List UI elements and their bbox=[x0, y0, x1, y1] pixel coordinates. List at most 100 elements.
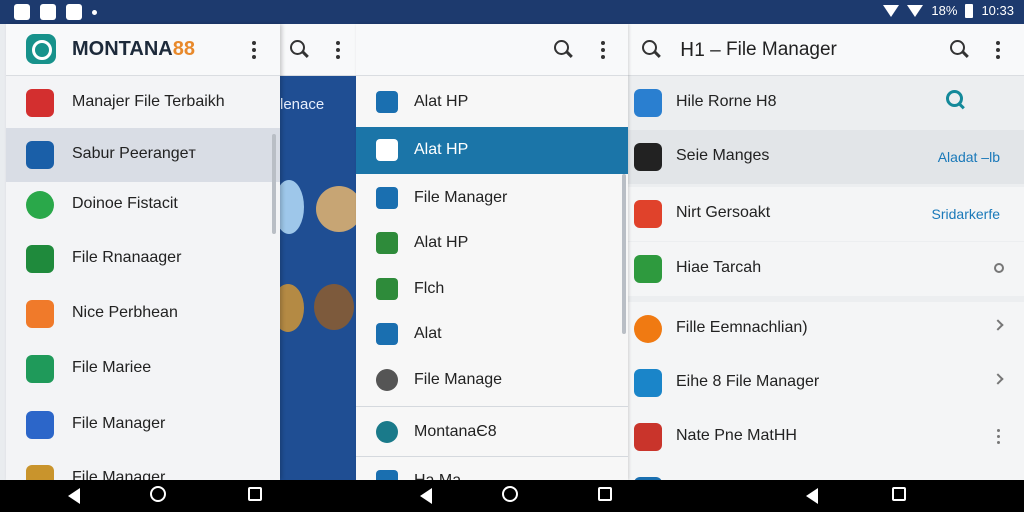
more-icon[interactable] bbox=[601, 41, 605, 59]
menu-item-label: File Manage bbox=[414, 371, 503, 388]
grid-icon bbox=[376, 323, 398, 345]
clock: 10:33 bbox=[981, 3, 1014, 18]
screen: 18% 10:33 MONTANA88 Manajer File Terbaik… bbox=[0, 0, 1024, 512]
menu-item-active[interactable]: Alat HP bbox=[356, 127, 628, 174]
drawer-item[interactable]: File Manager bbox=[6, 398, 280, 452]
drawer-item-label: Manajer File Terbaikh bbox=[72, 93, 225, 110]
menu-item[interactable]: MontanaЄ8 bbox=[356, 409, 628, 456]
file-manager-panel: ᕼ1 – File Manager Hile Rorne H8 Seie Man… bbox=[628, 24, 1024, 480]
back-button[interactable] bbox=[68, 486, 88, 506]
menu-item-label: Flch bbox=[414, 280, 445, 297]
menu-item-label: Alat HP bbox=[414, 234, 469, 251]
file-row[interactable]: Nate Pne MatHH bbox=[628, 410, 1024, 464]
back-icon bbox=[806, 488, 818, 504]
menu-item[interactable]: Alat bbox=[356, 311, 628, 358]
drawer-item[interactable]: File Manager bbox=[6, 452, 280, 480]
folder-icon bbox=[26, 465, 54, 480]
wifi-icon bbox=[907, 4, 924, 17]
menu-item[interactable]: File Manager bbox=[356, 175, 628, 222]
file-manager-icon bbox=[376, 187, 398, 209]
drawer-item-selected[interactable]: Sabur Peerangeт bbox=[6, 128, 280, 182]
chevron-right-icon bbox=[992, 373, 1004, 385]
menu-item[interactable]: File Manage bbox=[356, 357, 628, 404]
file-row[interactable]: Hile Rorne H8 bbox=[628, 76, 1024, 130]
file-row[interactable]: Eihe 8 File Manager bbox=[628, 356, 1024, 410]
menu-item-label: Alat HP bbox=[414, 93, 469, 110]
phone-icon bbox=[26, 355, 54, 383]
recents-button[interactable] bbox=[598, 486, 618, 506]
file-row-action[interactable]: Aladat –lb bbox=[938, 149, 1000, 165]
mail-icon bbox=[634, 255, 662, 283]
file-manager-icon bbox=[26, 245, 54, 273]
menu-item[interactable]: Alat HP bbox=[356, 220, 628, 267]
tools-icon bbox=[26, 300, 54, 328]
file-row-label: Fille Eemnachlian) bbox=[676, 319, 808, 336]
back-icon bbox=[420, 488, 432, 504]
record-icon bbox=[634, 315, 662, 343]
drawer-item[interactable]: File Rnanaager bbox=[6, 232, 280, 286]
home-button[interactable] bbox=[502, 486, 522, 506]
file-row-action[interactable]: Sridarkerfe bbox=[932, 206, 1000, 222]
drawer-scrollbar[interactable] bbox=[272, 134, 276, 234]
battery-percent: 18% bbox=[931, 3, 958, 18]
file-row[interactable] bbox=[628, 464, 1024, 480]
file-row[interactable]: Seie Manges Aladat –lb bbox=[628, 130, 1024, 184]
pen-icon bbox=[376, 232, 398, 254]
chat-icon bbox=[26, 191, 54, 219]
inbox-icon bbox=[634, 369, 662, 397]
tools-icon bbox=[376, 139, 398, 161]
more-icon[interactable] bbox=[996, 41, 1000, 59]
background-stage: lenace bbox=[280, 76, 356, 480]
camera-icon bbox=[634, 143, 662, 171]
drawer-item[interactable]: File Mariee bbox=[6, 342, 280, 396]
drawer-item[interactable]: Manajer File Terbaikh bbox=[6, 76, 280, 130]
menu-item[interactable]: Alat HP bbox=[356, 79, 628, 126]
info-icon bbox=[376, 369, 398, 391]
file-row-label: Hile Rorne H8 bbox=[676, 93, 777, 110]
menu-item-label: File Manager bbox=[414, 189, 508, 206]
background-panel: lenace bbox=[280, 24, 356, 480]
search-icon[interactable] bbox=[950, 40, 970, 60]
app-logo-icon bbox=[376, 421, 398, 443]
mail-icon bbox=[26, 89, 54, 117]
more-icon[interactable] bbox=[336, 41, 340, 59]
status-bar: 18% 10:33 bbox=[0, 0, 1024, 24]
list-icon bbox=[376, 91, 398, 113]
divider bbox=[356, 456, 628, 457]
search-icon[interactable] bbox=[642, 40, 662, 60]
radio-icon[interactable] bbox=[994, 263, 1004, 273]
menu-item-label: Alat bbox=[414, 325, 442, 342]
home-button[interactable] bbox=[150, 486, 170, 506]
drawer-item-label: Nice Perbhean bbox=[72, 304, 178, 321]
drawer-item[interactable]: Doinoe Fistacit bbox=[6, 178, 280, 232]
recents-button[interactable] bbox=[248, 486, 268, 506]
more-icon[interactable] bbox=[997, 429, 1000, 447]
stage-label: lenace bbox=[280, 96, 325, 113]
navigation-bar bbox=[0, 480, 1024, 512]
menu-item[interactable]: Flch bbox=[356, 266, 628, 313]
menu-item[interactable]: Ha Ma bbox=[356, 458, 628, 480]
file-row[interactable]: Nirt Gersoakt Sridarkerfe bbox=[628, 187, 1024, 241]
drawer-item-label: File Rnanaager bbox=[72, 249, 182, 266]
search-icon[interactable] bbox=[554, 40, 574, 60]
file-row-label: Seie Manges bbox=[676, 147, 770, 164]
back-button[interactable] bbox=[806, 486, 826, 506]
recents-button[interactable] bbox=[892, 486, 912, 506]
recents-icon bbox=[892, 487, 906, 501]
file-row[interactable]: Hiae Tarcah bbox=[628, 242, 1024, 296]
media-icon bbox=[634, 423, 662, 451]
menu-item-label: MontanaЄ8 bbox=[414, 423, 497, 440]
back-button[interactable] bbox=[420, 486, 440, 506]
file-row-label: Hiae Tarcah bbox=[676, 259, 762, 276]
drawer-item[interactable]: Nice Perbhean bbox=[6, 287, 280, 341]
search-icon[interactable] bbox=[946, 90, 966, 110]
send-icon bbox=[26, 411, 54, 439]
popup-scrollbar[interactable] bbox=[622, 174, 626, 334]
more-icon[interactable] bbox=[252, 41, 256, 59]
notification-dot-icon bbox=[92, 9, 97, 15]
file-row[interactable]: Fille Eemnachlian) bbox=[628, 302, 1024, 356]
header-prefix: ᕼ1 – bbox=[680, 40, 721, 61]
refresh-icon bbox=[376, 278, 398, 300]
home-icon bbox=[150, 486, 166, 502]
search-icon[interactable] bbox=[290, 40, 310, 60]
